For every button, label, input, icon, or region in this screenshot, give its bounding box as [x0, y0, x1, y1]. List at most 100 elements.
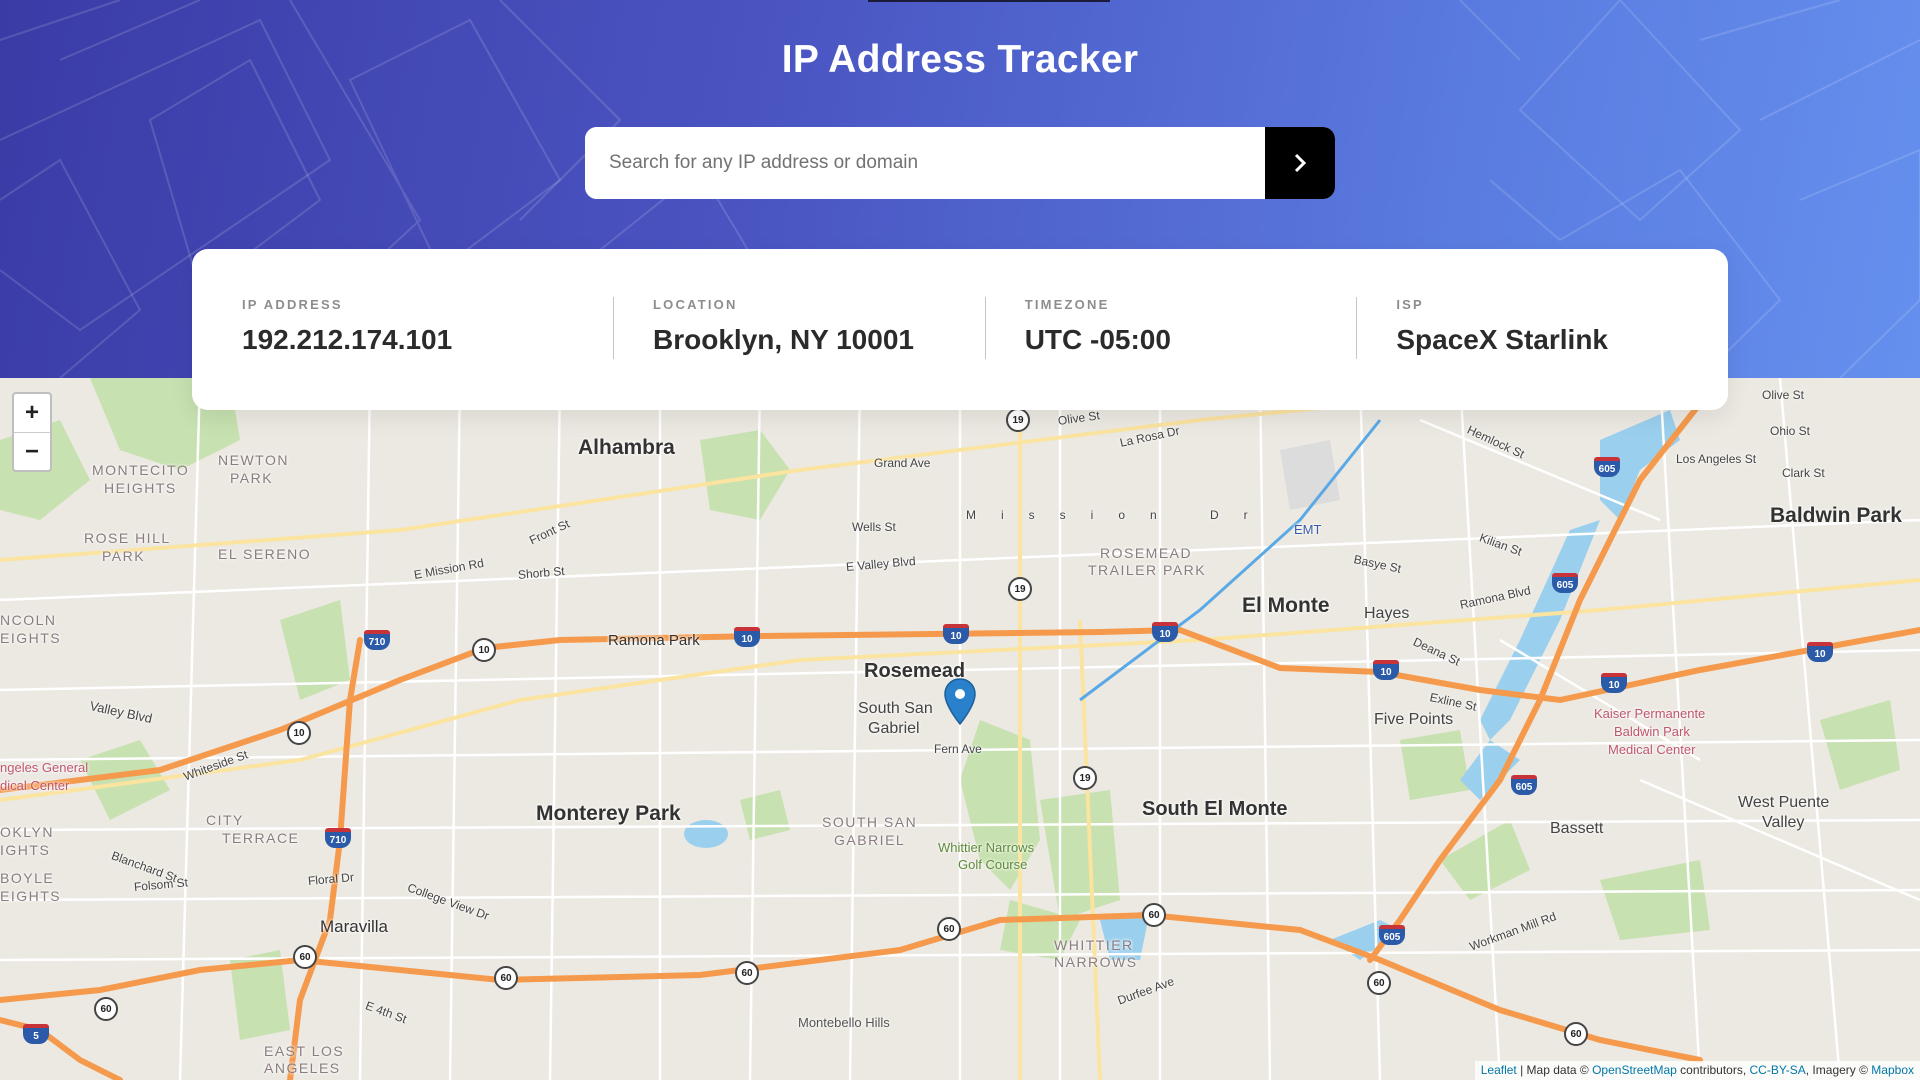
- location-marker-icon[interactable]: [944, 678, 976, 726]
- map-label-bassett: Bassett: [1550, 820, 1604, 837]
- map-label-fern-ave: Fern Ave: [934, 742, 982, 756]
- map-label-la-general-2: dical Center: [0, 778, 70, 793]
- zoom-out-button[interactable]: −: [14, 432, 50, 470]
- interstate-shield-icon: 605: [1552, 573, 1578, 593]
- map-label-brooklyn-1: OKLYN: [0, 824, 54, 840]
- map-label-monterey-park-hood: MONTECITO: [92, 462, 190, 478]
- map-label-south-san-gabriel-1: South San: [858, 700, 933, 717]
- state-route-shield-icon: 60: [494, 966, 518, 990]
- interstate-shield-icon: 10: [943, 624, 969, 644]
- map-label-whittier-narrows-1: WHITTIER: [1054, 937, 1134, 953]
- interstate-shield-icon: 5: [23, 1024, 49, 1044]
- map-label-brooklyn-2: IGHTS: [0, 842, 51, 858]
- map-view[interactable]: Alhambra Rosemead South San Gabriel Monterey…: [0, 378, 1920, 1080]
- map-label-clark-st: Clark St: [1782, 466, 1825, 480]
- map-label-olive-st2: Olive St: [1762, 388, 1805, 402]
- map-label-el-monte: El Monte: [1242, 594, 1330, 617]
- top-accent-bar: [868, 0, 1110, 2]
- map-label-newton-park-1: NEWTON: [218, 452, 289, 468]
- map-label-ohio-st: Ohio St: [1770, 424, 1811, 438]
- map-label-south-el-monte: South El Monte: [1142, 798, 1288, 820]
- interstate-shield-icon: 605: [1594, 457, 1620, 477]
- interstate-shield-icon: 10: [1601, 673, 1627, 693]
- map-label-south-san-gabriel-caps-2: GABRIEL: [834, 832, 906, 848]
- interstate-shield-icon: 710: [325, 828, 351, 848]
- interstate-shield-icon: 605: [1511, 775, 1537, 795]
- map-label-whittier-narrows-2: NARROWS: [1054, 954, 1138, 970]
- map-label-south-san-gabriel-2: Gabriel: [868, 720, 920, 737]
- map-label-kaiser-3: Medical Center: [1608, 742, 1696, 757]
- state-route-shield-icon: 60: [94, 997, 118, 1021]
- page-title: IP Address Tracker: [781, 38, 1139, 81]
- map-label-newton-park-2: PARK: [230, 470, 274, 486]
- map-label-whittier-golf-1: Whittier Narrows: [938, 840, 1035, 855]
- interstate-shield-icon: 605: [1379, 925, 1405, 945]
- license-link[interactable]: CC-BY-SA: [1750, 1063, 1806, 1077]
- info-value: UTC -05:00: [1024, 324, 1171, 355]
- state-route-shield-icon: 19: [1073, 766, 1097, 790]
- info-value: 192.212.174.101: [242, 324, 453, 355]
- osm-link[interactable]: OpenStreetMap: [1592, 1063, 1677, 1077]
- map-label-el-sereno: EL SERENO: [218, 546, 312, 562]
- map-label-baldwin-park: Baldwin Park: [1770, 504, 1902, 527]
- map-label-montebello-hills: Montebello Hills: [798, 1015, 890, 1030]
- info-label: ISP: [1396, 297, 1424, 312]
- state-route-shield-icon: 19: [1006, 408, 1030, 432]
- map-label-west-puente-2: Valley: [1762, 814, 1805, 831]
- state-route-shield-icon: 60: [1142, 903, 1166, 927]
- interstate-shield-icon: 710: [364, 630, 390, 650]
- map-label-mission-dr: Mission Dr: [966, 508, 1273, 522]
- map-label-five-points: Five Points: [1374, 711, 1454, 728]
- state-route-shield-icon: 10: [287, 721, 311, 745]
- map-attribution: Leaflet | Map data © OpenStreetMap contr…: [1474, 1061, 1920, 1080]
- map-label-whittier-golf-2: Golf Course: [958, 857, 1028, 872]
- map-label-emt: EMT: [1294, 522, 1322, 537]
- zoom-control: + −: [12, 392, 52, 472]
- interstate-shield-icon: 10: [734, 627, 760, 647]
- state-route-shield-icon: 10: [472, 638, 496, 662]
- map-label-ramona-park: Ramona Park: [608, 632, 700, 649]
- attribution-text: contributors,: [1676, 1063, 1750, 1077]
- map-label-boyle-1: BOYLE: [0, 870, 55, 886]
- search-input[interactable]: [585, 127, 1265, 199]
- map-label-city-terrace-2: TERRACE: [222, 830, 300, 846]
- chevron-right-icon: [1294, 153, 1307, 173]
- leaflet-link[interactable]: Leaflet: [1481, 1063, 1517, 1077]
- zoom-in-button[interactable]: +: [14, 394, 50, 432]
- map-label-south-san-gabriel-caps-1: SOUTH SAN: [822, 814, 918, 830]
- interstate-shield-icon: 10: [1373, 660, 1399, 680]
- map-label-lincoln-1: NCOLN: [0, 612, 57, 628]
- state-route-shield-icon: 60: [937, 917, 961, 941]
- state-route-shield-icon: 60: [1564, 1022, 1588, 1046]
- info-label: Location: [653, 297, 738, 312]
- map-label-boyle-2: EIGHTS: [0, 888, 62, 904]
- mapbox-link[interactable]: Mapbox: [1871, 1063, 1914, 1077]
- map-label-east-la-1: EAST LOS: [264, 1043, 345, 1059]
- map-label-rose-hill-1: ROSE HILL: [84, 530, 171, 546]
- state-route-shield-icon: 60: [293, 945, 317, 969]
- attribution-text: | Map data ©: [1516, 1063, 1593, 1077]
- info-value: Brooklyn, NY 10001: [653, 324, 914, 355]
- map-label-rosemead-trailer-2: TRAILER PARK: [1088, 562, 1207, 578]
- map-label-monterey-park-hood2: HEIGHTS: [104, 480, 177, 496]
- map-label-rosemead-trailer-1: ROSEMEAD: [1100, 545, 1193, 561]
- map-label-east-la-2: ANGELES: [264, 1060, 341, 1076]
- map-label-kaiser-2: Baldwin Park: [1614, 724, 1690, 739]
- attribution-text: , Imagery ©: [1805, 1063, 1872, 1077]
- info-value: SpaceX Starlink: [1396, 324, 1608, 355]
- map-label-rose-hill-2: PARK: [102, 548, 146, 564]
- map-label-lincoln-2: EIGHTS: [0, 630, 62, 646]
- map-label-monterey-park: Monterey Park: [536, 802, 681, 825]
- info-isp: ISP SpaceX Starlink: [1356, 297, 1728, 359]
- map-label-maravilla: Maravilla: [320, 917, 389, 936]
- search-submit-button[interactable]: [1265, 127, 1335, 199]
- search-bar: [585, 127, 1335, 199]
- interstate-shield-icon: 10: [1807, 642, 1833, 662]
- map-label-la-general-1: ngeles General: [0, 760, 89, 775]
- map-label-hayes: Hayes: [1364, 605, 1410, 622]
- map-label-grand-ave: Grand Ave: [874, 456, 931, 470]
- map-label-city-terrace-1: CITY: [206, 812, 244, 828]
- info-timezone: Timezone UTC -05:00: [984, 297, 1357, 359]
- info-location: Location Brooklyn, NY 10001: [613, 297, 985, 359]
- state-route-shield-icon: 19: [1008, 577, 1032, 601]
